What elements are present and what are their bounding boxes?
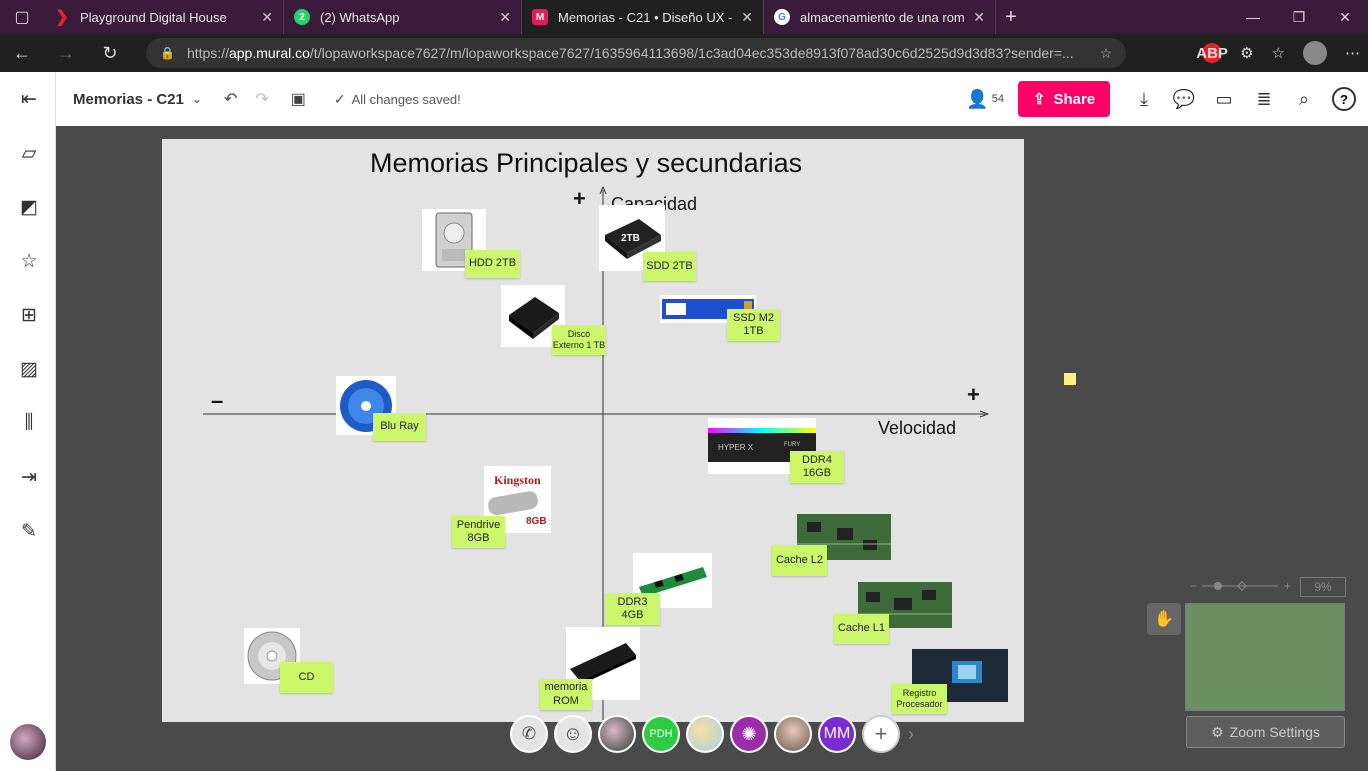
- sticky-cache-l1[interactable]: Cache L1: [834, 614, 889, 644]
- sticky-text: memoria: [544, 681, 588, 694]
- zoom-percent[interactable]: 9%: [1300, 577, 1346, 597]
- sticky-text: 1TB: [743, 325, 764, 337]
- hyperx-text: HYPER X: [718, 443, 754, 452]
- sticky-text: 16GB: [802, 467, 832, 479]
- board-heading: Memorias Principales y secundarias: [370, 148, 803, 178]
- participant-initials: PDH: [649, 728, 673, 740]
- crab-avatar-icon[interactable]: ✺: [730, 715, 768, 753]
- kingston-text: Kingston: [494, 473, 541, 487]
- sticky-text: Pendrive: [456, 518, 501, 531]
- sticky-text: SDD 2TB: [646, 259, 693, 272]
- sticky-cache-l2[interactable]: Cache L2: [772, 545, 827, 576]
- sticky-text: 8GB: [467, 532, 490, 544]
- pendrive-8gb-text: 8GB: [526, 516, 547, 527]
- sticky-text: Disco: [567, 329, 591, 340]
- sticky-text: 4GB: [621, 609, 644, 621]
- minimap[interactable]: [1185, 603, 1345, 711]
- sticky-text: DDR3: [617, 595, 648, 608]
- participant-avatar-mm[interactable]: MM: [818, 715, 856, 753]
- participant-avatar-pdh[interactable]: PDH: [642, 715, 680, 753]
- participant-avatar[interactable]: [686, 715, 724, 753]
- emoji-icon[interactable]: ☺: [554, 715, 592, 753]
- sticky-text: Blu Ray: [380, 420, 419, 433]
- sticky-processor-register[interactable]: Registro Procesador: [892, 684, 947, 714]
- ssd-image-text: 2TB: [621, 233, 640, 244]
- x-axis-label: Velocidad: [878, 418, 957, 438]
- gear-icon: ⚙: [1211, 723, 1224, 740]
- sticky-cd[interactable]: CD: [280, 662, 333, 693]
- sticky-hdd[interactable]: HDD 2TB: [465, 250, 520, 278]
- sticky-text: SSD M2: [733, 311, 774, 324]
- sticky-text: ROM: [553, 694, 579, 707]
- zoom-out-icon[interactable]: −: [1190, 579, 1197, 593]
- participant-avatar[interactable]: [774, 715, 812, 753]
- sticky-text: Registro: [902, 688, 937, 699]
- participant-avatar[interactable]: [598, 715, 636, 753]
- sticky-pendrive[interactable]: Pendrive 8GB: [452, 516, 505, 548]
- sticky-ssd-m2[interactable]: SSD M2 1TB: [727, 309, 780, 341]
- sticky-text: Externo 1 TB: [552, 340, 606, 350]
- zoom-slider[interactable]: − +: [1190, 578, 1296, 594]
- phone-icon[interactable]: ✆: [510, 715, 548, 753]
- sticky-ddr3[interactable]: DDR3 4GB: [605, 593, 660, 625]
- sticky-ddr4[interactable]: DDR4 16GB: [790, 451, 844, 483]
- sticky-rom[interactable]: memoria ROM: [540, 679, 592, 710]
- minus-sign-left: –: [211, 388, 224, 413]
- zoom-settings-button[interactable]: ⚙ Zoom Settings: [1186, 716, 1345, 748]
- sticky-text: Cache L2: [775, 553, 824, 566]
- sticky-text: DDR4: [802, 453, 832, 466]
- zoom-in-icon[interactable]: +: [1284, 579, 1291, 593]
- axes-svg: [203, 185, 990, 720]
- plus-sign-top: +: [573, 186, 586, 211]
- sticky-text: HDD 2TB: [468, 257, 517, 270]
- collaboration-dock: ✆ ☺ PDH ✺ MM + ›: [510, 713, 914, 755]
- yellow-sticky-marker[interactable]: [1064, 373, 1076, 385]
- zoom-percent-text: 9%: [1314, 580, 1332, 594]
- sticky-bluray[interactable]: Blu Ray: [373, 413, 426, 441]
- fury-text: FURY: [784, 442, 800, 448]
- sticky-text: Cache L1: [837, 622, 886, 635]
- zoom-settings-label: Zoom Settings: [1229, 724, 1320, 740]
- sticky-external-disk[interactable]: Disco Externo 1 TB: [552, 325, 606, 355]
- participant-initials: MM: [823, 725, 851, 742]
- sticky-text: Procesador: [896, 699, 943, 709]
- chevron-right-icon[interactable]: ›: [908, 724, 914, 745]
- add-participant-icon[interactable]: +: [862, 715, 900, 753]
- sticky-text: CD: [298, 670, 315, 683]
- sticky-ssd[interactable]: SDD 2TB: [643, 252, 696, 281]
- plus-sign-right: +: [967, 382, 980, 407]
- hand-tool-icon[interactable]: ✋: [1147, 603, 1181, 635]
